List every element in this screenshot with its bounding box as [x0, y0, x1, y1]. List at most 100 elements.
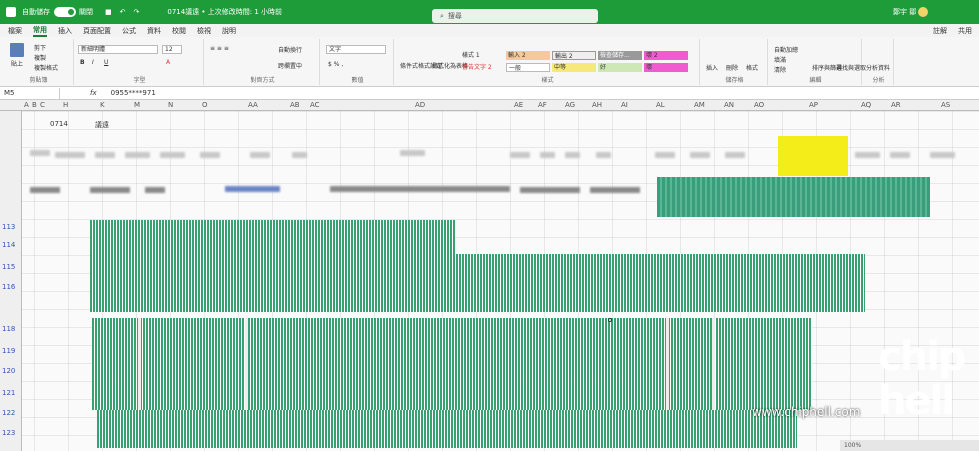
number-format-select[interactable]: 文字: [326, 45, 386, 54]
col-a[interactable]: A: [24, 101, 29, 109]
col-h[interactable]: H: [63, 101, 68, 109]
col-ac[interactable]: AC: [310, 101, 320, 109]
col-ah[interactable]: AH: [592, 101, 602, 109]
tab-help[interactable]: 說明: [222, 26, 236, 36]
row-120[interactable]: 120: [2, 367, 15, 375]
align-icons[interactable]: ≡ ≡ ≡: [210, 45, 229, 52]
comment-button[interactable]: 註解: [933, 26, 947, 36]
search-box[interactable]: ⌕ 搜尋: [432, 9, 598, 23]
number-label: 數值: [351, 77, 364, 84]
col-ag[interactable]: AG: [565, 101, 575, 109]
merge-button[interactable]: 跨欄置中: [278, 61, 302, 70]
style-warn[interactable]: 警告文字 2: [460, 63, 504, 72]
row-115[interactable]: 115: [2, 263, 15, 271]
style-bad[interactable]: 壞: [644, 63, 688, 72]
format-cells-button[interactable]: 格式: [746, 63, 758, 72]
analysis-label: 分析: [872, 77, 885, 84]
clear-button[interactable]: 清除: [774, 65, 786, 74]
row-122[interactable]: 122: [2, 409, 15, 417]
insert-cells-button[interactable]: 插入: [706, 63, 718, 72]
tab-data[interactable]: 資料: [147, 26, 161, 36]
col-ae[interactable]: AE: [514, 101, 523, 109]
avatar[interactable]: [918, 7, 928, 17]
col-am[interactable]: AM: [694, 101, 705, 109]
col-af[interactable]: AF: [538, 101, 547, 109]
col-an[interactable]: AN: [724, 101, 734, 109]
font-size-select[interactable]: 12: [162, 45, 182, 54]
col-aa[interactable]: AA: [248, 101, 258, 109]
col-o[interactable]: O: [202, 101, 208, 109]
row-114[interactable]: 114: [2, 241, 15, 249]
fill-button[interactable]: 填滿: [774, 55, 786, 64]
tab-review[interactable]: 校閱: [172, 26, 186, 36]
style-bad2[interactable]: 壞 2: [644, 51, 688, 60]
analyze-data-button[interactable]: 分析資料: [866, 63, 890, 72]
font-name-select[interactable]: 新細明體: [78, 45, 158, 54]
tab-page-layout[interactable]: 頁面配置: [83, 26, 111, 36]
tab-file[interactable]: 檔案: [8, 26, 22, 36]
col-ar[interactable]: AR: [891, 101, 901, 109]
col-m[interactable]: M: [134, 101, 140, 109]
fx-icon[interactable]: fx: [90, 89, 97, 97]
cell-h-value[interactable]: 0714: [50, 120, 68, 128]
cell-k-value[interactable]: 議遠: [95, 120, 109, 130]
name-box[interactable]: M5: [0, 87, 60, 99]
style-output2[interactable]: 輸出 2: [552, 51, 596, 60]
green-redacted-block-4: [97, 410, 797, 448]
wrap-text-button[interactable]: 自動換行: [278, 45, 302, 54]
col-as[interactable]: AS: [941, 101, 950, 109]
user-name[interactable]: 鄭宇 鄒: [893, 7, 916, 17]
format-painter-button[interactable]: 複製格式: [34, 63, 58, 72]
formula-bar: M5 fx 0955****971: [0, 87, 979, 100]
style-1[interactable]: 樣式 1: [460, 51, 504, 60]
highlighted-header-cell[interactable]: [778, 136, 848, 176]
col-ad[interactable]: AD: [415, 101, 425, 109]
col-ao[interactable]: AO: [754, 101, 764, 109]
blurred-row-2: [90, 187, 130, 193]
col-ap[interactable]: AP: [809, 101, 818, 109]
style-check[interactable]: 檢查儲存...: [598, 51, 642, 60]
tab-insert[interactable]: 插入: [58, 26, 72, 36]
col-al[interactable]: AL: [656, 101, 665, 109]
col-b[interactable]: B: [32, 101, 37, 109]
autosum-button[interactable]: 自動加總: [774, 45, 798, 54]
style-good[interactable]: 好: [598, 63, 642, 72]
cut-button[interactable]: 剪下: [34, 43, 46, 52]
row-118[interactable]: 118: [2, 325, 15, 333]
copy-button[interactable]: 複製: [34, 53, 46, 62]
row-119[interactable]: 119: [2, 347, 15, 355]
underline-button[interactable]: U: [104, 59, 108, 66]
tab-view[interactable]: 檢視: [197, 26, 211, 36]
find-select-button[interactable]: 尋找與選取: [836, 63, 866, 72]
row-113[interactable]: 113: [2, 223, 15, 231]
col-c[interactable]: C: [40, 101, 45, 109]
style-neutral[interactable]: 中等: [552, 63, 596, 72]
style-normal[interactable]: 一般: [506, 63, 550, 72]
zoom-status[interactable]: 100%: [840, 440, 979, 451]
share-button[interactable]: 共用: [958, 26, 972, 36]
col-ai[interactable]: AI: [621, 101, 628, 109]
row-123[interactable]: 123: [2, 429, 15, 437]
paste-button[interactable]: [10, 43, 26, 57]
autosave-toggle[interactable]: [54, 7, 76, 17]
formula-input[interactable]: 0955****971: [111, 89, 156, 97]
font-group: 新細明體 12 B I U A 字型: [76, 39, 204, 85]
delete-cells-button[interactable]: 刪除: [726, 63, 738, 72]
col-k[interactable]: K: [100, 101, 105, 109]
style-input2[interactable]: 輸入 2: [506, 51, 550, 60]
save-icon[interactable]: ■: [105, 8, 112, 16]
col-aq[interactable]: AQ: [861, 101, 871, 109]
font-color-button[interactable]: A: [166, 59, 170, 66]
tab-formulas[interactable]: 公式: [122, 26, 136, 36]
currency-button[interactable]: $ % ,: [328, 61, 343, 68]
bold-button[interactable]: B: [80, 59, 85, 66]
tab-home[interactable]: 常用: [33, 25, 47, 37]
row-121[interactable]: 121: [2, 389, 15, 397]
row-116[interactable]: 116: [2, 283, 15, 291]
blurred-row-1: [30, 187, 60, 193]
undo-icon[interactable]: ↶: [120, 8, 126, 16]
col-n[interactable]: N: [168, 101, 173, 109]
redo-icon[interactable]: ↷: [134, 8, 140, 16]
col-ab[interactable]: AB: [290, 101, 300, 109]
italic-button[interactable]: I: [92, 59, 94, 66]
